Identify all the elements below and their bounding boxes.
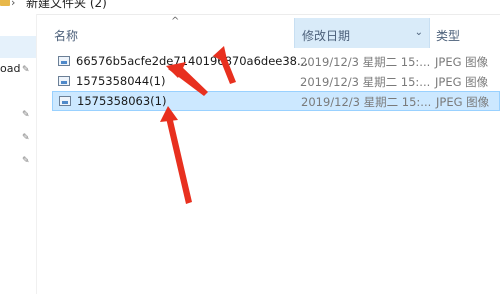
file-type: JPEG 图像: [435, 55, 489, 69]
file-name: 1575358044(1): [76, 74, 166, 88]
jpeg-image-icon: [58, 56, 70, 66]
pin-icon: ✎: [22, 156, 30, 166]
red-arrow-3: [166, 116, 192, 204]
breadcrumb-folder-label[interactable]: 新建文件夹 (2): [26, 0, 107, 11]
jpeg-image-icon: [58, 76, 70, 86]
chevron-right-icon[interactable]: ›: [11, 0, 15, 9]
nav-item-selected[interactable]: [0, 36, 36, 58]
folder-icon: [0, 0, 10, 6]
file-row[interactable]: 66576b5acfe2de7140196870a6dee38... 2019/…: [52, 52, 500, 72]
pin-icon: ✎: [22, 133, 30, 143]
sort-up-icon: ^: [171, 16, 180, 27]
breadcrumb: › 新建文件夹 (2): [0, 0, 500, 15]
navigation-pane: oad ✎ ✎ ✎ ✎: [0, 14, 37, 294]
chevron-down-icon[interactable]: ⌄: [415, 27, 423, 38]
pin-icon: ✎: [22, 65, 30, 75]
jpeg-image-icon: [59, 96, 71, 106]
file-date: 2019/12/3 星期二 15:...: [300, 75, 431, 89]
file-row[interactable]: 1575358044(1) 2019/12/3 星期二 15:... JPEG …: [52, 72, 500, 92]
column-header-type[interactable]: 类型: [436, 27, 460, 44]
column-headers: ^ 名称 修改日期 ⌄ 类型: [36, 14, 500, 50]
pin-icon: ✎: [22, 110, 30, 120]
file-row-selected[interactable]: 1575358063(1) 2019/12/3 星期二 15:... JPEG …: [52, 91, 500, 111]
file-date: 2019/12/3 星期二 15:...: [301, 95, 432, 109]
column-header-date-label: 修改日期: [302, 29, 351, 43]
column-header-name[interactable]: 名称: [54, 27, 78, 44]
file-name: 66576b5acfe2de7140196870a6dee38...: [76, 54, 308, 68]
file-name: 1575358063(1): [77, 94, 167, 108]
file-date: 2019/12/3 星期二 15:...: [300, 55, 431, 69]
column-header-date[interactable]: 修改日期 ⌄: [294, 18, 430, 48]
file-type: JPEG 图像: [436, 95, 490, 109]
file-type: JPEG 图像: [435, 75, 489, 89]
nav-item-downloads-label[interactable]: oad: [0, 62, 20, 75]
